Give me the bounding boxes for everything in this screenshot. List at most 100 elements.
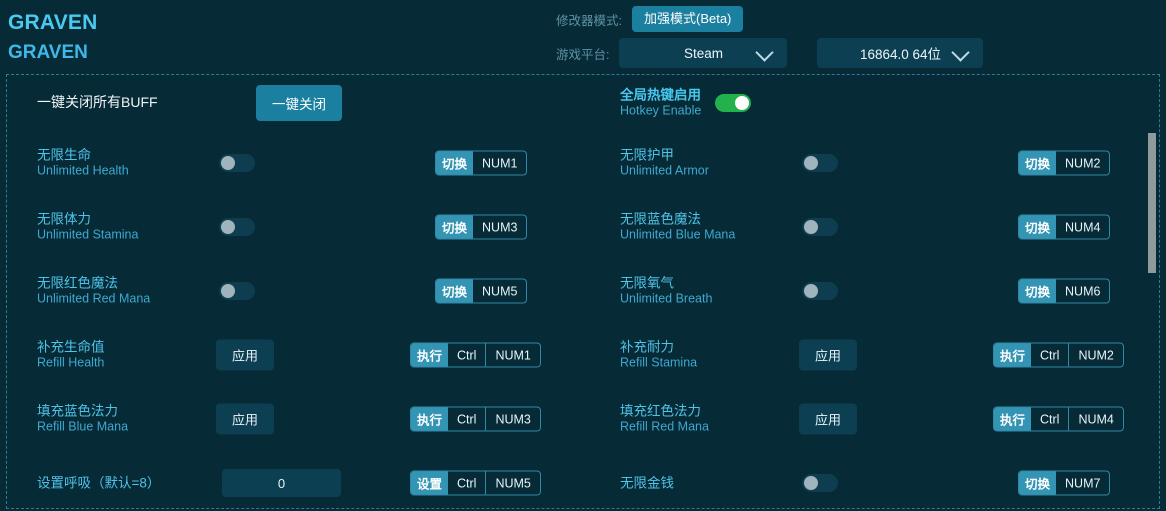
cheat-label-cn: 无限护甲 <box>620 147 674 163</box>
cheat-cell: 无限蓝色魔法 Unlimited Blue Mana 切换 NUM4 <box>590 195 1159 259</box>
toggle-knob <box>221 284 235 298</box>
apply-button[interactable]: 应用 <box>799 403 858 435</box>
hotkey-key: NUM1 <box>482 156 518 170</box>
hotkey-key: Ctrl <box>1040 412 1060 426</box>
platform-row: 游戏平台: Steam 16864.0 64位 <box>556 36 984 70</box>
cheat-toggle[interactable] <box>802 282 838 300</box>
chevron-down-icon <box>755 43 775 62</box>
scrollbar-track[interactable] <box>1148 77 1157 506</box>
cheat-label-group: 无限氧气 Unlimited Breath <box>620 275 712 308</box>
hotkey-chip[interactable]: 设置 Ctrl NUM5 <box>410 470 541 496</box>
hotkey-action-label: 切换 <box>436 215 474 239</box>
cheat-options-panel: 一键关闭所有BUFF 一键关闭 全局热键启用 Hotkey Enable 无限生命 Unl… <box>6 74 1160 509</box>
cheat-row: 填充蓝色法力 Refill Blue Mana 应用 执行 Ctrl NUM3 填充红色法力… <box>7 387 1159 451</box>
cheat-toggle[interactable] <box>219 282 255 300</box>
cheat-cell: 填充蓝色法力 Refill Blue Mana 应用 执行 Ctrl NUM3 <box>7 387 590 451</box>
cheat-cell: 无限体力 Unlimited Stamina 切换 NUM3 <box>7 195 590 259</box>
modifier-mode-button[interactable]: 加强模式(Beta) <box>631 5 744 33</box>
cheat-row: 一键关闭所有BUFF 一键关闭 全局热键启用 Hotkey Enable <box>7 75 1159 131</box>
cheat-label-group: 填充红色法力 Refill Red Mana <box>620 403 709 436</box>
hotkey-key: NUM6 <box>1065 284 1101 298</box>
hotkey-key: Ctrl <box>457 348 477 362</box>
hotkey-chip[interactable]: 切换 NUM3 <box>435 214 528 240</box>
hotkey-chip[interactable]: 切换 NUM4 <box>1018 214 1111 240</box>
hotkey-chip[interactable]: 切换 NUM6 <box>1018 278 1111 304</box>
hotkey-key: NUM4 <box>1068 407 1122 431</box>
cheat-toggle[interactable] <box>715 94 751 112</box>
hotkey-action-label: 切换 <box>436 151 474 175</box>
modifier-mode-label: 修改器模式: <box>556 13 622 28</box>
hotkey-chip[interactable]: 切换 NUM2 <box>1018 150 1111 176</box>
cheat-cell: 全局热键启用 Hotkey Enable <box>590 75 1159 131</box>
cheat-label-cn: 无限体力 <box>37 211 91 227</box>
hotkey-key: NUM2 <box>1068 343 1122 367</box>
hotkey-chip[interactable]: 切换 NUM1 <box>435 150 528 176</box>
scrollbar-thumb[interactable] <box>1148 133 1156 273</box>
cheat-label-en: Refill Red Mana <box>620 419 709 434</box>
toggle-knob <box>804 476 818 490</box>
hotkey-chip[interactable]: 执行 Ctrl NUM4 <box>993 406 1124 432</box>
cheat-label-group: 补充生命值 Refill Health <box>37 339 105 372</box>
cheat-row: 无限体力 Unlimited Stamina 切换 NUM3 无限蓝色魔法 Unlimit… <box>7 195 1159 259</box>
cheat-row: 无限生命 Unlimited Health 切换 NUM1 无限护甲 Unlimited … <box>7 131 1159 195</box>
cheat-label-group: 无限体力 Unlimited Stamina <box>37 211 138 244</box>
hotkey-action-label: 切换 <box>1019 215 1057 239</box>
hotkey-chip[interactable]: 切换 NUM7 <box>1018 470 1111 496</box>
cheat-label-group: 无限蓝色魔法 Unlimited Blue Mana <box>620 211 735 244</box>
cheat-label-en: Refill Blue Mana <box>37 419 129 434</box>
cheat-label-group: 设置呼吸（默认=8） <box>37 475 160 492</box>
hotkey-action-label: 切换 <box>1019 471 1057 495</box>
cheat-label-cn: 设置呼吸（默认=8） <box>37 475 161 491</box>
hotkey-action-label: 切换 <box>1019 151 1057 175</box>
cheat-label-group: 无限金钱 <box>620 475 674 492</box>
cheat-row: 无限红色魔法 Unlimited Red Mana 切换 NUM5 无限氧气 Unlimi… <box>7 259 1159 323</box>
hotkey-chip[interactable]: 切换 NUM5 <box>435 278 528 304</box>
hotkey-key: NUM3 <box>485 407 539 431</box>
platform-label: 游戏平台: <box>556 47 610 62</box>
hotkey-key: NUM4 <box>1065 220 1101 234</box>
cheat-cell: 补充耐力 Refill Stamina 应用 执行 Ctrl NUM2 <box>590 323 1159 387</box>
chevron-down-icon <box>951 43 971 62</box>
cheat-cell: 设置呼吸（默认=8） 设置 Ctrl NUM5 <box>7 451 590 508</box>
apply-button[interactable]: 应用 <box>216 403 275 435</box>
apply-button[interactable]: 应用 <box>799 339 858 371</box>
version-select[interactable]: 16864.0 64位 <box>817 38 984 68</box>
cheat-cell: 无限生命 Unlimited Health 切换 NUM1 <box>7 131 590 195</box>
hotkey-chip[interactable]: 执行 Ctrl NUM3 <box>410 406 541 432</box>
value-input[interactable] <box>222 469 341 497</box>
cheat-toggle[interactable] <box>802 218 838 236</box>
cheat-label-en: Unlimited Breath <box>620 291 713 306</box>
apply-button[interactable]: 应用 <box>216 339 275 371</box>
cheat-label-group: 无限护甲 Unlimited Armor <box>620 147 709 180</box>
hotkey-chip[interactable]: 执行 Ctrl NUM2 <box>993 342 1124 368</box>
cheat-label-cn: 补充生命值 <box>37 339 105 355</box>
cheat-row: 补充生命值 Refill Health 应用 执行 Ctrl NUM1 补充耐力 Refill… <box>7 323 1159 387</box>
cheat-label-cn: 填充蓝色法力 <box>37 403 118 419</box>
cheat-label-cn: 无限氧气 <box>620 275 674 291</box>
cheat-cell: 无限氧气 Unlimited Breath 切换 NUM6 <box>590 259 1159 323</box>
toggle-knob <box>735 96 749 110</box>
app-header: GRAVEN GRAVEN 修改器模式: 加强模式(Beta) 游戏平台: St… <box>0 0 1166 72</box>
hotkey-key: NUM3 <box>482 220 518 234</box>
toggle-knob <box>221 156 235 170</box>
hotkey-action-label: 执行 <box>411 407 449 431</box>
toggle-knob <box>804 284 818 298</box>
hotkey-chip[interactable]: 执行 Ctrl NUM1 <box>410 342 541 368</box>
cheat-toggle[interactable] <box>802 474 838 492</box>
hotkey-action-label: 切换 <box>1019 279 1057 303</box>
toggle-knob <box>804 156 818 170</box>
disable-all-buffs-button[interactable]: 一键关闭 <box>256 85 342 121</box>
cheat-toggle[interactable] <box>219 218 255 236</box>
cheat-cell: 一键关闭所有BUFF 一键关闭 <box>7 75 590 131</box>
hotkey-action-label: 执行 <box>411 343 449 367</box>
cheat-toggle[interactable] <box>802 154 838 172</box>
cheat-toggle[interactable] <box>219 154 255 172</box>
cheat-label-cn: 一键关闭所有BUFF <box>37 94 158 111</box>
cheat-label-group: 无限红色魔法 Unlimited Red Mana <box>37 275 150 308</box>
cheat-label-en: Refill Health <box>37 355 105 370</box>
cheat-label-en: Refill Stamina <box>620 355 698 370</box>
hotkey-key: NUM5 <box>485 471 539 495</box>
hotkey-key: Ctrl <box>1040 348 1060 362</box>
modifier-mode-row: 修改器模式: 加强模式(Beta) <box>556 4 744 34</box>
platform-select[interactable]: Steam <box>619 38 788 68</box>
